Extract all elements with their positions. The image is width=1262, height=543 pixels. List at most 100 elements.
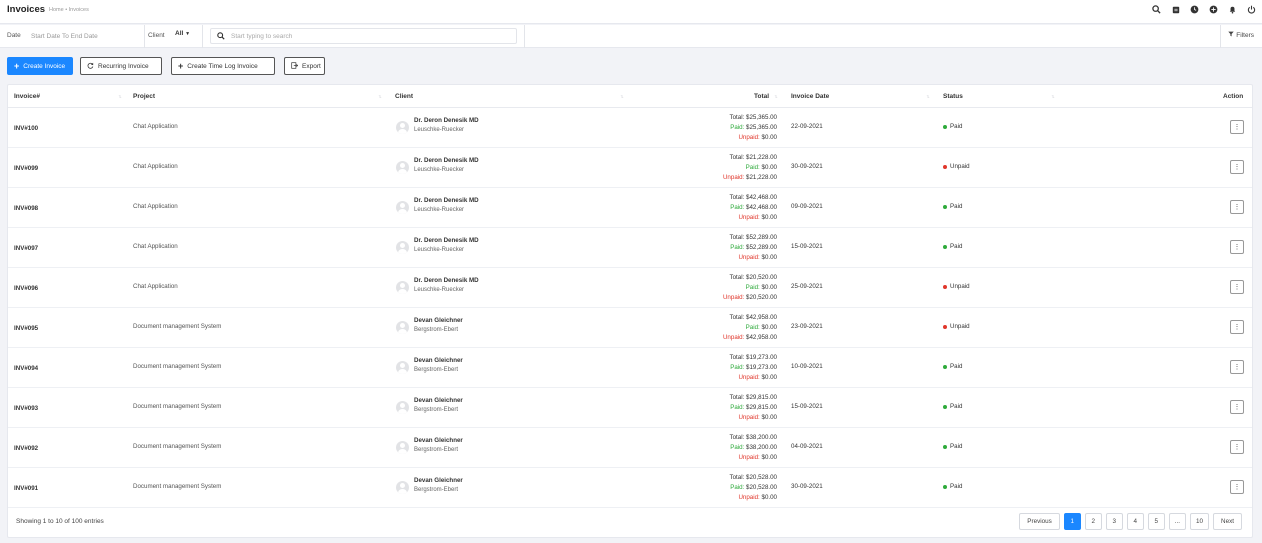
create-invoice-button[interactable]: + Create Invoice <box>7 57 73 75</box>
row-actions-button[interactable]: ⋮ <box>1230 120 1244 134</box>
client-name[interactable]: Devan Gleichner <box>414 357 463 364</box>
create-time-log-invoice-button[interactable]: + Create Time Log Invoice <box>171 57 275 75</box>
invoice-number[interactable]: INV#098 <box>14 205 38 212</box>
invoice-date: 10-09-2021 <box>791 363 823 370</box>
client-name[interactable]: Dr. Deron Denesik MD <box>414 237 479 244</box>
row-actions-button[interactable]: ⋮ <box>1230 480 1244 494</box>
client-name[interactable]: Dr. Deron Denesik MD <box>414 197 479 204</box>
table-row: INV#098 Chat Application Dr. Deron Denesik… <box>8 188 1252 228</box>
client-name[interactable]: Devan Gleichner <box>414 317 463 324</box>
row-actions-button[interactable]: ⋮ <box>1230 240 1244 254</box>
page-button[interactable]: 3 <box>1105 513 1123 530</box>
notes-icon[interactable] <box>1170 4 1181 15</box>
status-badge: Paid <box>943 243 962 250</box>
row-actions-button[interactable]: ⋮ <box>1230 200 1244 214</box>
divider <box>1220 25 1221 48</box>
project-name: Document management System <box>133 323 222 330</box>
total-amount: $20,528.00 <box>746 474 777 481</box>
sort-icon[interactable]: ↑↓ <box>774 94 778 100</box>
page-button[interactable]: 10 <box>1190 513 1210 530</box>
sort-icon[interactable]: ↑↓ <box>1051 94 1055 100</box>
sort-icon[interactable]: ↑↓ <box>926 94 930 100</box>
page-button[interactable]: 4 <box>1126 513 1144 530</box>
total-amount: $38,200.00 <box>746 434 777 441</box>
invoice-number[interactable]: INV#097 <box>14 245 38 252</box>
client-filter-label: Client <box>148 32 165 39</box>
total-amount: $42,468.00 <box>746 194 777 201</box>
sort-icon[interactable]: ↑↓ <box>620 94 624 100</box>
power-icon[interactable] <box>1246 4 1257 15</box>
project-name: Chat Application <box>133 283 178 290</box>
invoice-date: 30-09-2021 <box>791 483 823 490</box>
unpaid-label: Unpaid: <box>722 174 745 181</box>
column-header-invoice-date[interactable]: Invoice Date <box>791 93 829 100</box>
client-name[interactable]: Devan Gleichner <box>414 437 463 444</box>
invoice-date: 15-09-2021 <box>791 403 823 410</box>
row-actions-button[interactable]: ⋮ <box>1230 280 1244 294</box>
date-range-input[interactable] <box>31 28 143 44</box>
search-input[interactable] <box>231 30 511 42</box>
create-invoice-label: Create Invoice <box>23 62 66 70</box>
page-button[interactable]: 2 <box>1084 513 1102 530</box>
client-name[interactable]: Dr. Deron Denesik MD <box>414 277 479 284</box>
previous-page-button[interactable]: Previous <box>1019 513 1060 530</box>
client-company: Bergstrom-Ebert <box>414 367 459 373</box>
client-company: Bergstrom-Ebert <box>414 407 459 413</box>
unpaid-line: Unpaid: $0.00 <box>730 453 777 463</box>
more-vertical-icon: ⋮ <box>1233 483 1241 491</box>
client-name[interactable]: Dr. Deron Denesik MD <box>414 157 479 164</box>
status-dot-icon <box>943 124 947 129</box>
bell-icon[interactable] <box>1227 4 1238 15</box>
client-name[interactable]: Devan Gleichner <box>414 397 463 404</box>
invoice-number[interactable]: INV#093 <box>14 405 38 412</box>
sort-icon[interactable]: ↑↓ <box>378 94 382 100</box>
unpaid-line: Unpaid: $21,228.00 <box>723 173 777 183</box>
total-line: Total: $42,468.00 <box>730 193 778 203</box>
client-company: Leuschke-Ruecker <box>414 127 465 133</box>
client-company: Leuschke-Ruecker <box>414 167 465 173</box>
column-header-status[interactable]: Status <box>943 93 963 100</box>
invoice-number[interactable]: INV#092 <box>14 445 38 452</box>
avatar <box>396 321 409 334</box>
column-header-project[interactable]: Project <box>133 93 155 100</box>
page-button[interactable]: 1 <box>1063 513 1081 530</box>
plus-circle-icon[interactable] <box>1208 4 1219 15</box>
column-header-invoice[interactable]: Invoice# <box>14 93 40 100</box>
filters-button[interactable]: Filters <box>1228 31 1254 39</box>
paid-amount: $20,528.00 <box>746 484 777 491</box>
paid-amount: $0.00 <box>761 284 777 291</box>
row-actions-button[interactable]: ⋮ <box>1230 360 1244 374</box>
client-select[interactable]: All ▼ <box>175 30 190 37</box>
column-header-client[interactable]: Client <box>395 93 413 100</box>
recurring-invoice-button[interactable]: Recurring Invoice <box>80 57 162 75</box>
avatar <box>396 161 409 174</box>
sort-icon[interactable]: ↑↓ <box>118 94 122 100</box>
more-vertical-icon: ⋮ <box>1233 363 1241 371</box>
unpaid-line: Unpaid: $20,520.00 <box>723 293 777 303</box>
client-company: Bergstrom-Ebert <box>414 327 459 333</box>
invoice-number[interactable]: INV#100 <box>14 125 38 132</box>
row-actions-button[interactable]: ⋮ <box>1230 160 1244 174</box>
invoice-number[interactable]: INV#094 <box>14 365 38 372</box>
invoice-number[interactable]: INV#091 <box>14 485 38 492</box>
amount-summary: Total: $20,520.00 Paid: $0.00 Unpaid: $20,… <box>723 273 777 303</box>
row-actions-button[interactable]: ⋮ <box>1230 320 1244 334</box>
invoice-number[interactable]: INV#095 <box>14 325 38 332</box>
client-name[interactable]: Dr. Deron Denesik MD <box>414 117 479 124</box>
column-header-total[interactable]: Total <box>754 93 769 100</box>
clock-icon[interactable] <box>1189 4 1200 15</box>
export-button[interactable]: Export <box>284 57 325 75</box>
invoice-number[interactable]: INV#096 <box>14 285 38 292</box>
row-actions-button[interactable]: ⋮ <box>1230 440 1244 454</box>
invoice-number[interactable]: INV#099 <box>14 165 38 172</box>
next-page-button[interactable]: Next <box>1213 513 1242 530</box>
paid-label: Paid: <box>730 204 745 211</box>
page-button[interactable]: 5 <box>1147 513 1165 530</box>
row-actions-button[interactable]: ⋮ <box>1230 400 1244 414</box>
search-icon[interactable] <box>1151 4 1162 15</box>
search-box[interactable] <box>210 28 517 44</box>
unpaid-line: Unpaid: $42,958.00 <box>723 333 777 343</box>
invoice-date: 15-09-2021 <box>791 243 823 250</box>
client-name[interactable]: Devan Gleichner <box>414 477 463 484</box>
status-badge: Unpaid <box>943 323 970 330</box>
